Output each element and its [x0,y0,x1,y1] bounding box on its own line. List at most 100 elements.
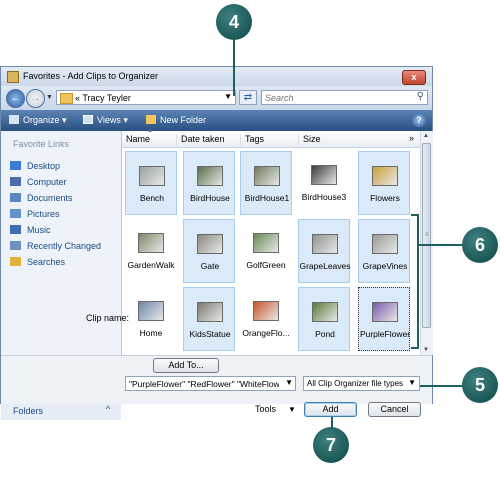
add-to-button[interactable]: Add To... [153,358,219,373]
search-icon[interactable]: ⚲ [417,91,424,102]
column-headers: Name ▲ Date taken Tags Size » [122,128,420,148]
scroll-down-icon[interactable]: ▼ [423,347,429,353]
recent-pages-dropdown[interactable]: ▼ [46,94,53,101]
file-item[interactable]: Gate [183,219,235,283]
file-type-dropdown-icon: ▼ [408,378,416,387]
organize-menu[interactable]: Organize ▾ [9,115,67,126]
file-item[interactable]: GrapeLeaves [298,219,351,283]
file-item[interactable]: BirdHouse1 [240,151,292,215]
callout-5-line [420,385,464,387]
image-thumbnail [254,166,280,186]
scroll-up-icon[interactable]: ▲ [423,133,429,139]
address-prefix: « [75,93,81,103]
column-date-taken[interactable]: Date taken [176,134,241,146]
nav-item-desktop[interactable]: Desktop [10,161,60,173]
file-name: Gate [200,261,220,271]
new-folder-icon [146,115,156,124]
favorite-links-header: Favorite Links [13,139,70,149]
image-thumbnail [372,302,398,322]
image-thumbnail [138,233,164,253]
file-item[interactable]: BirdHouse [183,151,235,215]
file-item[interactable]: KidsStatue [183,287,235,351]
nav-item-computer[interactable]: Computer [10,177,67,189]
search-box[interactable]: ⚲ [261,90,428,105]
file-name: Flowers [370,193,400,203]
tools-menu[interactable]: Tools [255,404,276,414]
image-thumbnail [372,234,398,254]
image-thumbnail [253,301,279,321]
callout-6-bracket [411,214,419,349]
views-menu[interactable]: Views ▾ [83,115,128,126]
file-item[interactable]: Pond [298,287,350,351]
callout-6-line [419,244,465,246]
nav-item-documents[interactable]: Documents [10,193,73,205]
help-icon[interactable]: ? [412,113,426,127]
nav-item-label: Pictures [27,209,60,219]
clip-name-input[interactable] [129,378,279,389]
add-clips-dialog: Favorites - Add Clips to Organizer x ← →… [0,66,433,420]
image-thumbnail [139,166,165,186]
nav-item-label: Music [27,225,51,235]
new-folder-button[interactable]: New Folder [146,115,206,125]
nav-item-recently-changed[interactable]: Recently Changed [10,241,101,253]
back-button[interactable]: ← [6,89,25,108]
callout-4: 4 [216,4,252,40]
image-thumbnail [197,302,223,322]
file-name: BirdHouse1 [244,193,290,203]
file-item[interactable]: PurpleFlower [358,287,410,351]
image-thumbnail [311,165,337,185]
file-name: KidsStatue [189,329,231,339]
callout-5: 5 [462,367,498,403]
file-item[interactable]: GolfGreen [240,219,292,283]
clip-name-dropdown-icon[interactable]: ▼ [285,378,293,387]
command-toolbar: Organize ▾ Views ▾ New Folder ? [1,110,432,131]
column-size[interactable]: Size [298,134,363,146]
image-thumbnail [312,234,338,254]
file-name: BirdHouse [190,193,230,203]
file-item[interactable]: GardenWalk [125,219,177,283]
computer-icon [10,177,21,186]
tools-dropdown-icon[interactable]: ▼ [288,405,296,414]
refresh-button[interactable]: ⇄ [239,90,257,105]
file-name: GrapeVines [362,261,408,271]
file-name: GrapeLeaves [299,261,351,271]
file-item[interactable]: Flowers [358,151,410,215]
image-thumbnail [138,301,164,321]
file-item[interactable]: GrapeVines [358,219,410,283]
close-button[interactable]: x [402,70,426,85]
column-name[interactable]: Name [122,134,176,146]
scrollbar-thumb[interactable]: ≡ [422,143,431,328]
image-thumbnail [197,166,223,186]
desktop-icon [10,161,21,170]
image-thumbnail [253,233,279,253]
file-item[interactable]: Home [125,287,177,351]
nav-item-label: Searches [27,257,66,267]
cancel-button[interactable]: Cancel [368,402,421,417]
file-list: Name ▲ Date taken Tags Size » Bench BirdH… [122,128,420,355]
file-item[interactable]: OrangeFlo... [240,287,292,351]
more-columns-icon[interactable]: » [409,133,414,143]
file-name: Home [139,328,163,338]
file-type-select[interactable]: All Clip Organizer file types ▼ [303,376,420,391]
address-bar[interactable]: « Tracy Teyler ▼ [56,90,236,105]
forward-button[interactable]: → [26,89,45,108]
vertical-scrollbar[interactable]: ▲ ≡ ▼ [420,131,433,355]
clip-name-field[interactable]: ▼ [125,376,296,391]
nav-item-label: Documents [27,193,73,203]
music-icon [10,225,21,234]
address-dropdown-icon[interactable]: ▼ [224,92,232,101]
address-row: ← → ▼ « Tracy Teyler ▼ ⇄ ⚲ [1,86,432,110]
file-item[interactable]: BirdHouse3 [298,151,350,215]
file-name: GolfGreen [246,260,286,270]
column-tags[interactable]: Tags [240,134,305,146]
callout-4-line [233,38,235,96]
nav-item-pictures[interactable]: Pictures [10,209,60,221]
add-button[interactable]: Add [304,402,357,417]
nav-item-music[interactable]: Music [10,225,51,237]
search-input[interactable] [265,92,405,103]
app-icon [7,71,19,83]
views-icon [83,115,93,124]
nav-item-searches[interactable]: Searches [10,257,65,269]
file-item[interactable]: Bench [125,151,177,215]
folders-label: Folders [13,406,44,416]
